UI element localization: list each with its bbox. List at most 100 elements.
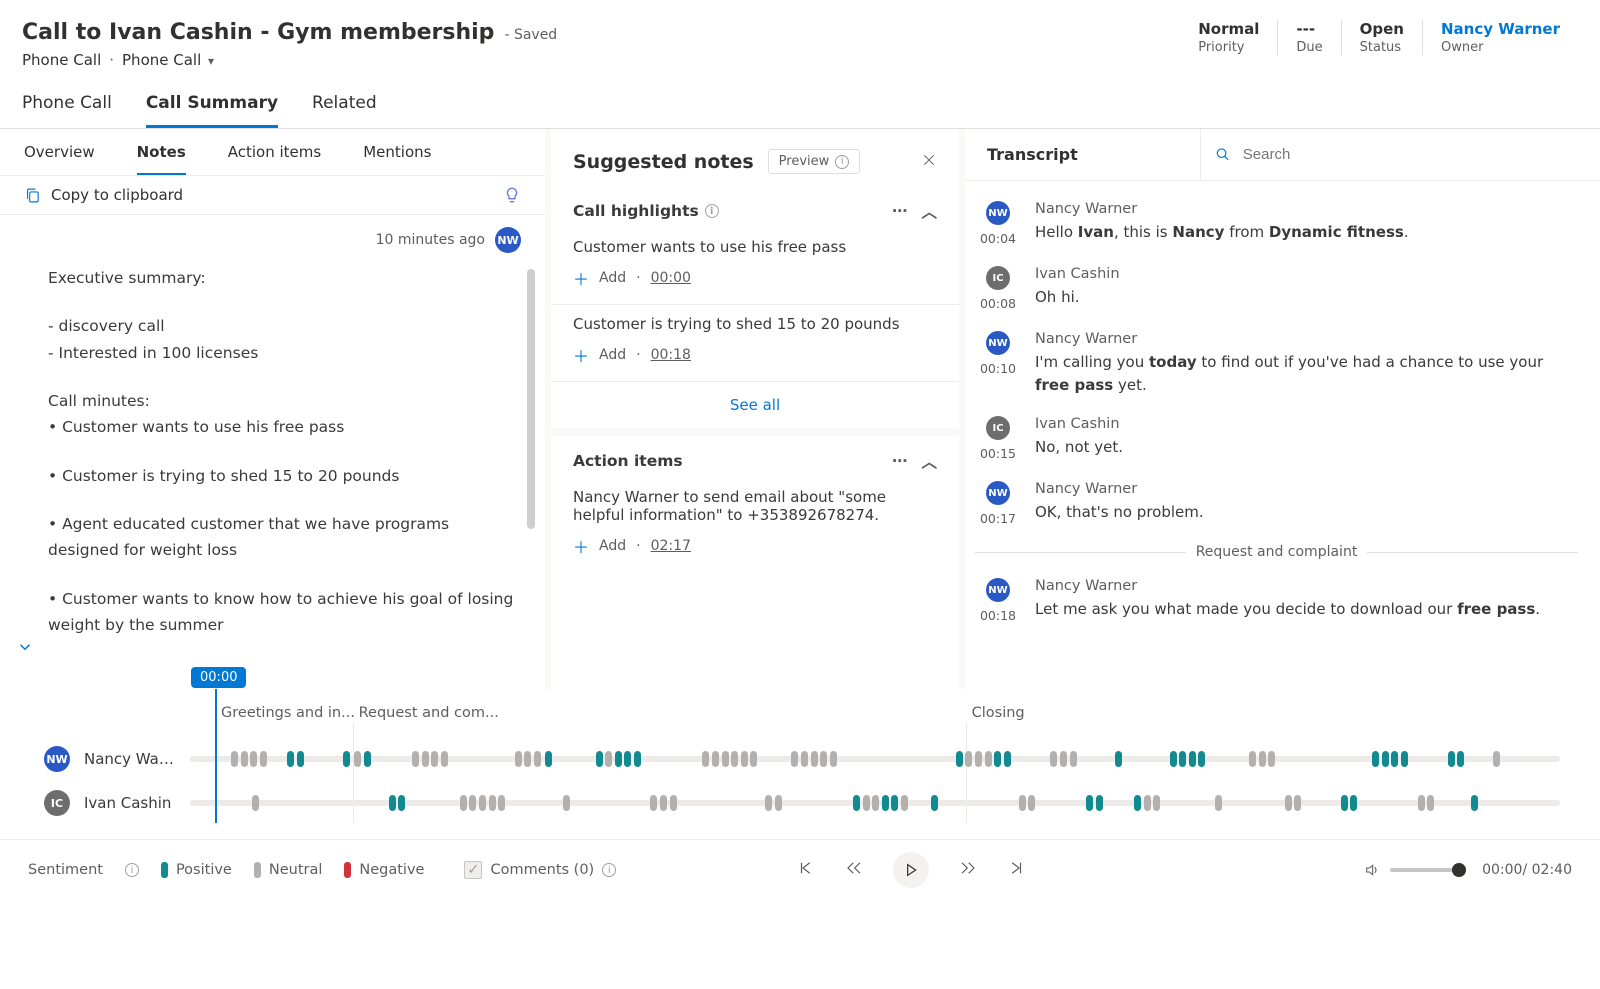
sentiment-track-nw[interactable] (190, 756, 1560, 762)
transcript-row[interactable]: IC00:15 Ivan CashinNo, not yet. (975, 406, 1578, 471)
note-timestamp: 10 minutes ago (376, 232, 485, 248)
add-icon[interactable]: ＋ (573, 266, 589, 290)
due-value: --- (1296, 20, 1322, 38)
sentiment-pill (660, 795, 667, 811)
lightbulb-icon[interactable] (503, 186, 521, 204)
timestamp-link[interactable]: 00:18 (651, 347, 691, 363)
page-title: Call to Ivan Cashin - Gym membership (22, 20, 494, 45)
form-selector[interactable]: Phone Call ▾ (122, 51, 214, 69)
chevron-up-icon[interactable]: ︿ (921, 450, 937, 472)
sentiment-pill (260, 751, 267, 767)
transcript-row[interactable]: NW00:04 Nancy WarnerHello Ivan, this is … (975, 191, 1578, 256)
sentiment-pill (250, 751, 257, 767)
sentiment-pill (1427, 795, 1434, 811)
timestamp-link[interactable]: 02:17 (651, 538, 691, 554)
copy-icon (24, 187, 41, 204)
speaker-label-nw: Nancy War... (84, 750, 176, 768)
search-input[interactable] (1241, 145, 1586, 164)
more-icon[interactable]: ⋯ (892, 452, 908, 470)
chevron-up-icon[interactable]: ︿ (921, 200, 937, 222)
add-icon[interactable]: ＋ (573, 343, 589, 367)
info-icon: i (835, 155, 849, 169)
suggested-notes-panel: Suggested notes Preview i Call highlight… (545, 129, 965, 689)
sentiment-pill (931, 795, 938, 811)
sentiment-pill (801, 751, 808, 767)
skip-end-button[interactable] (1007, 859, 1025, 881)
owner-link[interactable]: Nancy Warner (1441, 20, 1560, 38)
sentiment-pill (1372, 751, 1379, 767)
author-avatar: NW (495, 227, 521, 253)
segment-label: Greetings and in... (221, 705, 355, 721)
sentiment-pill (901, 795, 908, 811)
see-all-link[interactable]: See all (551, 382, 959, 428)
speaker-name: Nancy Warner (1035, 481, 1578, 497)
speaker-avatar-nw: NW (44, 746, 70, 772)
speaker-label-ic: Ivan Cashin (84, 794, 176, 812)
utterance-text: I'm calling you today to find out if you… (1035, 351, 1578, 396)
suggested-notes-title: Suggested notes (573, 151, 754, 173)
utterance-text: No, not yet. (1035, 436, 1578, 459)
preview-badge[interactable]: Preview i (768, 149, 861, 174)
speaker-avatar: IC (986, 266, 1010, 290)
close-icon[interactable] (921, 152, 937, 172)
tab-call-summary[interactable]: Call Summary (146, 93, 278, 128)
segment-boundary (966, 723, 967, 823)
speaker-avatar-ic: IC (44, 790, 70, 816)
collapse-button[interactable] (16, 638, 34, 664)
tab-notes[interactable]: Notes (137, 143, 186, 175)
sentiment-pill (891, 795, 898, 811)
volume-control[interactable] (1364, 862, 1460, 878)
sentiment-pill (872, 795, 879, 811)
sentiment-pill (853, 795, 860, 811)
sentiment-pill (364, 751, 371, 767)
sentiment-pill (615, 751, 622, 767)
sentiment-pill (1350, 795, 1357, 811)
add-icon[interactable]: ＋ (573, 534, 589, 558)
timestamp-link[interactable]: 00:00 (651, 270, 691, 286)
sentiment-pill (398, 795, 405, 811)
transcript-row[interactable]: NW00:10 Nancy WarnerI'm calling you toda… (975, 321, 1578, 406)
scrollbar[interactable] (527, 269, 535, 529)
tab-action-items[interactable]: Action items (228, 143, 321, 175)
sentiment-pill (479, 795, 486, 811)
tab-overview[interactable]: Overview (24, 143, 95, 175)
segment-label: Request and com... (359, 705, 499, 721)
search-input-wrap[interactable] (1200, 129, 1600, 180)
skip-start-button[interactable] (797, 859, 815, 881)
tab-phone-call[interactable]: Phone Call (22, 93, 112, 128)
chevron-down-icon: ▾ (208, 54, 214, 68)
speaker-name: Nancy Warner (1035, 578, 1578, 594)
utterance-text: Let me ask you what made you decide to d… (1035, 598, 1578, 621)
info-icon: i (602, 863, 616, 877)
tab-related[interactable]: Related (312, 93, 377, 128)
info-icon[interactable]: i (125, 863, 139, 877)
transcript-row[interactable]: IC00:08 Ivan CashinOh hi. (975, 256, 1578, 321)
sentiment-pill (750, 751, 757, 767)
priority-value: Normal (1198, 20, 1259, 38)
sentiment-pill (634, 751, 641, 767)
legend-neutral: Neutral (254, 862, 323, 878)
transcript-row[interactable]: NW00:17 Nancy WarnerOK, that's no proble… (975, 471, 1578, 536)
utterance-timestamp: 00:10 (980, 361, 1016, 376)
sentiment-label: Sentiment (28, 862, 103, 878)
sentiment-pill (605, 751, 612, 767)
sentiment-track-ic[interactable] (190, 800, 1560, 806)
play-button[interactable] (893, 852, 929, 888)
action-item: Nancy Warner to send email about "some h… (551, 478, 959, 572)
sentiment-pill (956, 751, 963, 767)
rewind-button[interactable] (845, 859, 863, 881)
copy-to-clipboard-button[interactable]: Copy to clipboard (24, 186, 183, 204)
playhead[interactable]: 00:00 (215, 689, 217, 823)
sentiment-pill (1179, 751, 1186, 767)
transcript-row[interactable]: NW00:18 Nancy WarnerLet me ask you what … (975, 568, 1578, 633)
info-icon[interactable]: i (705, 204, 719, 218)
comments-toggle[interactable]: ✓Comments (0)i (464, 861, 616, 879)
utterance-timestamp: 00:15 (980, 446, 1016, 461)
fast-forward-button[interactable] (959, 859, 977, 881)
more-icon[interactable]: ⋯ (892, 202, 908, 220)
utterance-timestamp: 00:08 (980, 296, 1016, 311)
sentiment-pill (534, 751, 541, 767)
sentiment-pill (469, 795, 476, 811)
sentiment-pill (731, 751, 738, 767)
tab-mentions[interactable]: Mentions (363, 143, 431, 175)
